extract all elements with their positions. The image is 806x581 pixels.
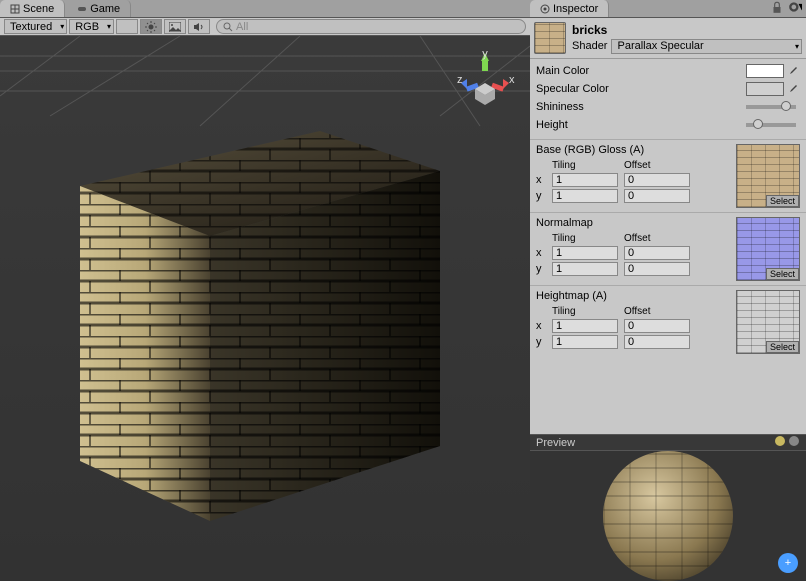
add-button[interactable]: + bbox=[778, 553, 798, 573]
tex-group-title: Heightmap (A) bbox=[536, 290, 736, 302]
scene-image-button[interactable] bbox=[164, 19, 186, 34]
scene-light-button[interactable] bbox=[140, 19, 162, 34]
height-slider[interactable] bbox=[746, 123, 796, 127]
inspector-icon bbox=[540, 4, 550, 14]
svg-text:y: y bbox=[482, 51, 488, 60]
tab-inspector[interactable]: Inspector bbox=[530, 0, 609, 17]
tiling-x-input[interactable] bbox=[552, 246, 618, 260]
tab-scene-label: Scene bbox=[23, 3, 54, 15]
texture-thumbnail[interactable]: Select bbox=[736, 217, 800, 281]
rendermode-dropdown[interactable]: RGB bbox=[69, 19, 114, 34]
preview-light-icon[interactable] bbox=[788, 435, 800, 450]
offset-y-input[interactable] bbox=[624, 335, 690, 349]
tiling-x-input[interactable] bbox=[552, 319, 618, 333]
preview-sphere bbox=[603, 451, 733, 581]
texture-thumbnail[interactable]: Select bbox=[736, 144, 800, 208]
offset-x-input[interactable] bbox=[624, 173, 690, 187]
tiling-y-input[interactable] bbox=[552, 189, 618, 203]
scene-cube bbox=[40, 116, 470, 526]
material-thumbnail bbox=[534, 22, 566, 54]
eyedropper-icon[interactable] bbox=[786, 64, 800, 78]
tab-scene[interactable]: Scene bbox=[0, 0, 65, 17]
orientation-gizmo[interactable]: y x z bbox=[455, 51, 515, 111]
svg-text:▾: ▾ bbox=[799, 0, 803, 14]
inspector-panel: bricks Shader Parallax Specular Main Col… bbox=[530, 18, 806, 434]
scene-search[interactable]: All bbox=[216, 19, 526, 34]
preview-label: Preview bbox=[536, 437, 575, 449]
preview-viewport[interactable]: + bbox=[530, 451, 806, 581]
spec-color-swatch[interactable] bbox=[746, 82, 784, 96]
tab-game[interactable]: Game bbox=[67, 0, 131, 17]
svg-text:z: z bbox=[457, 74, 463, 86]
main-color-label: Main Color bbox=[536, 65, 746, 77]
shader-label: Shader bbox=[572, 40, 607, 52]
shininess-label: Shininess bbox=[536, 101, 746, 113]
tab-inspector-label: Inspector bbox=[553, 3, 598, 15]
select-texture-button[interactable]: Select bbox=[766, 341, 799, 353]
scene-viewport[interactable]: y x z bbox=[0, 36, 530, 581]
offset-x-input[interactable] bbox=[624, 319, 690, 333]
preview-sphere-icon[interactable] bbox=[774, 435, 786, 450]
right-tab-bar: Inspector ▾ bbox=[530, 0, 806, 18]
shader-dropdown[interactable]: Parallax Specular bbox=[611, 39, 802, 54]
offset-y-input[interactable] bbox=[624, 262, 690, 276]
texture-thumbnail[interactable]: Select bbox=[736, 290, 800, 354]
tiling-y-input[interactable] bbox=[552, 262, 618, 276]
search-icon bbox=[223, 22, 233, 32]
game-icon bbox=[77, 4, 87, 14]
spec-color-label: Specular Color bbox=[536, 83, 746, 95]
select-texture-button[interactable]: Select bbox=[766, 195, 799, 207]
scene-audio-button[interactable] bbox=[188, 19, 210, 34]
eyedropper-icon[interactable] bbox=[786, 82, 800, 96]
tex-group-title: Normalmap bbox=[536, 217, 736, 229]
tiling-x-input[interactable] bbox=[552, 173, 618, 187]
shading-dropdown[interactable]: Textured bbox=[4, 19, 67, 34]
toggle-2d-button[interactable] bbox=[116, 19, 138, 34]
shininess-slider[interactable] bbox=[746, 105, 796, 109]
scene-icon bbox=[10, 4, 20, 14]
svg-text:x: x bbox=[509, 74, 515, 86]
offset-x-input[interactable] bbox=[624, 246, 690, 260]
height-label: Height bbox=[536, 119, 746, 131]
select-texture-button[interactable]: Select bbox=[766, 268, 799, 280]
preview-section: Preview + bbox=[530, 434, 806, 581]
context-menu-icon[interactable]: ▾ bbox=[788, 0, 802, 14]
tab-game-label: Game bbox=[90, 3, 120, 15]
lock-icon[interactable] bbox=[770, 0, 784, 14]
tex-group-title: Base (RGB) Gloss (A) bbox=[536, 144, 736, 156]
left-tab-bar: Scene Game bbox=[0, 0, 530, 18]
material-name: bricks bbox=[572, 23, 802, 37]
main-color-swatch[interactable] bbox=[746, 64, 784, 78]
tiling-y-input[interactable] bbox=[552, 335, 618, 349]
scene-toolbar: Textured RGB All bbox=[0, 18, 530, 36]
offset-y-input[interactable] bbox=[624, 189, 690, 203]
